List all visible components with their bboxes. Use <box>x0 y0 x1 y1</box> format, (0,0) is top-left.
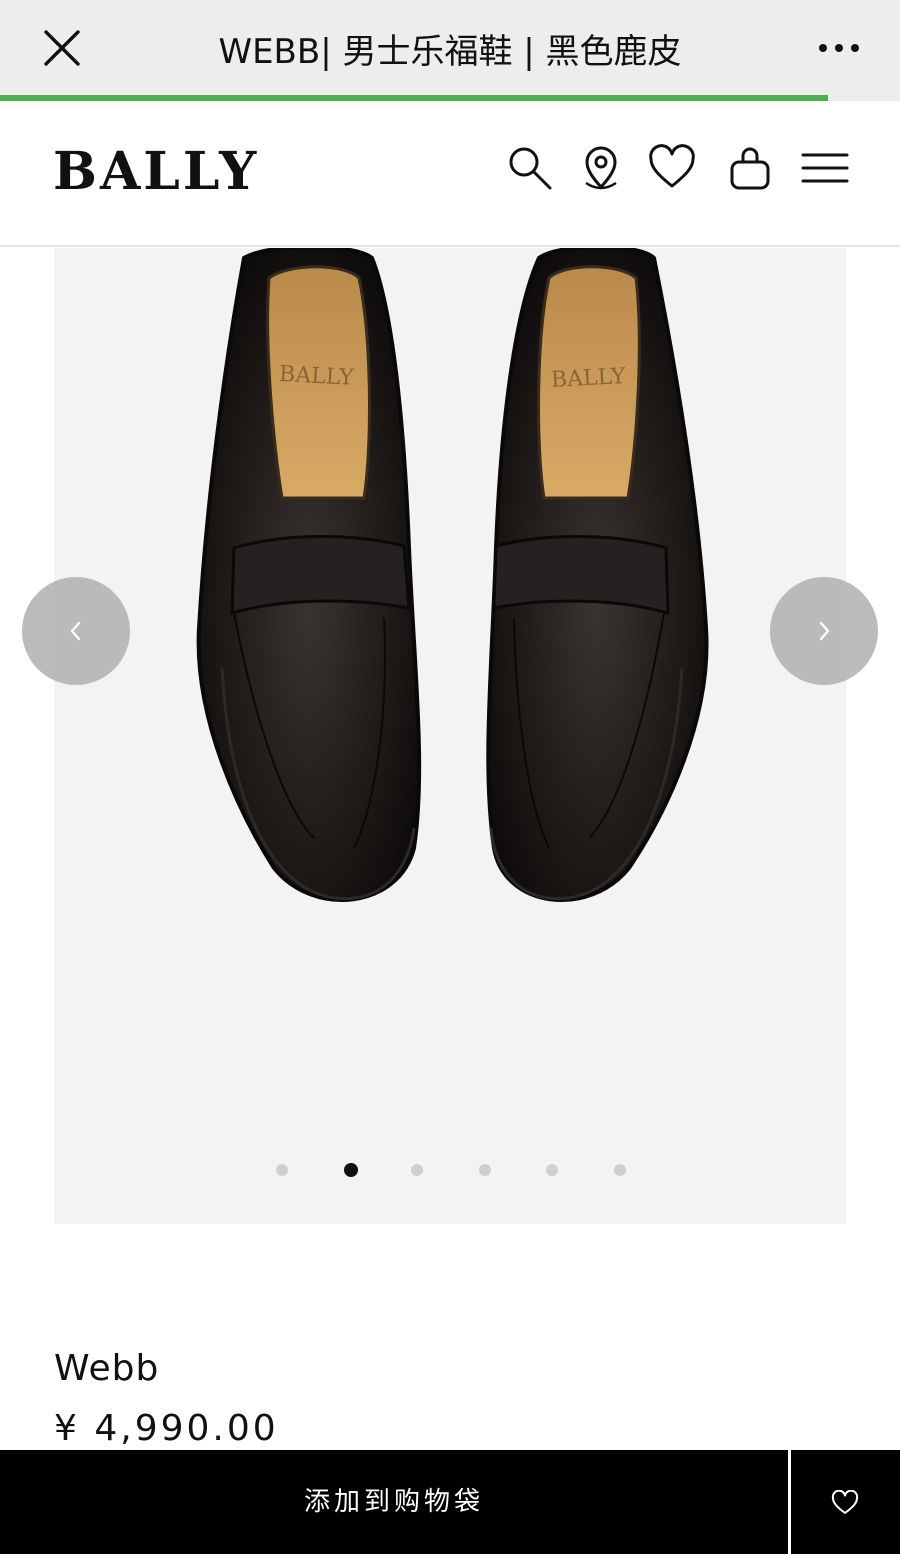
carousel-dot[interactable] <box>546 1164 558 1176</box>
add-to-bag-button[interactable]: 添加到购物袋 <box>0 1450 788 1554</box>
close-icon[interactable] <box>40 26 84 70</box>
carousel-dot[interactable] <box>276 1164 288 1176</box>
carousel-next-button[interactable] <box>770 577 878 685</box>
search-icon[interactable] <box>505 143 555 193</box>
product-image-loafers: BALLY BALLY <box>196 248 709 902</box>
menu-icon[interactable] <box>800 143 850 193</box>
heart-outline-icon <box>831 1490 859 1514</box>
right-shoe: BALLY <box>486 248 709 902</box>
wishlist-heart-icon[interactable] <box>647 143 697 193</box>
store-locator-icon[interactable] <box>576 143 626 193</box>
chevron-right-icon <box>819 621 830 641</box>
purchase-action-bar: 添加到购物袋 <box>0 1450 900 1554</box>
carousel-dot[interactable] <box>411 1164 423 1176</box>
left-shoe: BALLY <box>196 248 422 902</box>
carousel-dot[interactable] <box>343 1163 358 1177</box>
more-dots-icon[interactable] <box>816 30 862 66</box>
page-title: WEBB| 男士乐福鞋 | 黑色鹿皮 <box>218 32 682 72</box>
site-header: BALLY <box>0 101 900 247</box>
carousel-dot[interactable] <box>613 1164 626 1176</box>
product-price: ¥ 4,990.00 <box>54 1408 279 1449</box>
product-name: Webb <box>54 1348 160 1389</box>
product-image-carousel[interactable]: BALLY BALLY <box>54 248 846 1224</box>
carousel-dot[interactable] <box>478 1164 491 1176</box>
browser-top-bar: WEBB| 男士乐福鞋 | 黑色鹿皮 <box>0 0 900 95</box>
brand-logo[interactable]: BALLY <box>53 141 259 202</box>
insole-brand-left: BALLY <box>278 362 354 391</box>
chevron-left-icon <box>70 621 81 641</box>
shopping-bag-icon[interactable] <box>725 143 775 193</box>
add-to-wishlist-button[interactable] <box>791 1450 900 1554</box>
insole-brand-right: BALLY <box>550 364 626 393</box>
carousel-pagination <box>0 1162 900 1178</box>
carousel-prev-button[interactable] <box>22 577 130 685</box>
